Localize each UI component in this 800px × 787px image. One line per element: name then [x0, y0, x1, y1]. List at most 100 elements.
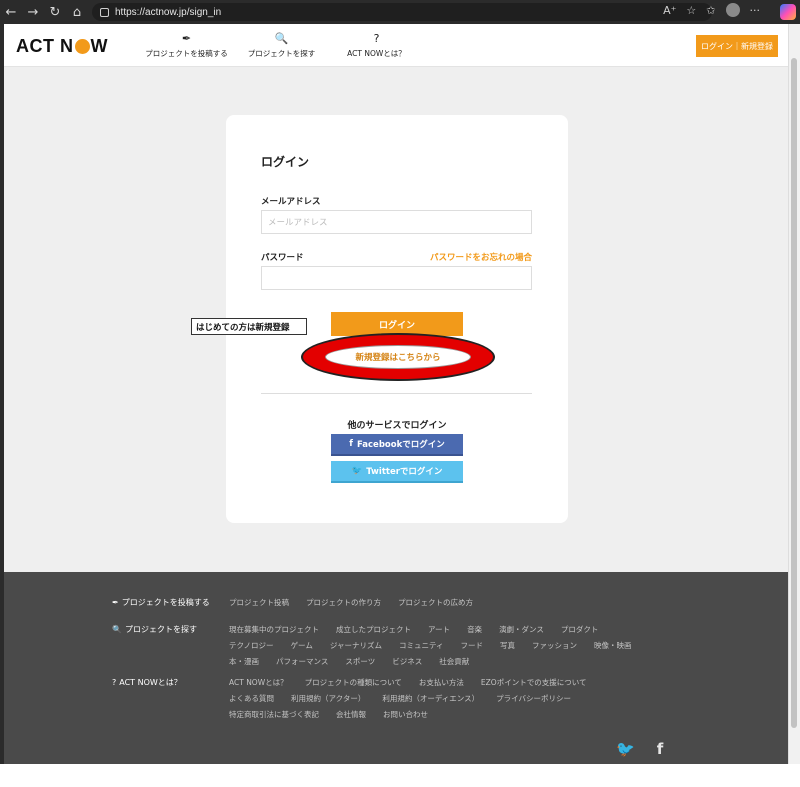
login-register-button[interactable]: ログイン｜新規登録 — [696, 35, 778, 57]
lock-icon — [100, 7, 109, 17]
footer-link[interactable]: 特定商取引法に基づく表記 — [229, 709, 319, 720]
reload-icon[interactable]: ↻ — [44, 0, 66, 24]
facebook-login-button[interactable]: f Facebookでログイン — [331, 434, 463, 456]
forgot-password-link[interactable]: パスワードをお忘れの場合 — [430, 251, 532, 263]
facebook-icon: f — [349, 439, 353, 449]
scrollbar-thumb[interactable] — [791, 58, 797, 728]
footer-link[interactable]: プライバシーポリシー — [496, 693, 571, 704]
footer-link[interactable]: パフォーマンス — [276, 656, 328, 667]
footer-link[interactable]: 利用規約（オーディエンス） — [382, 693, 479, 704]
divider — [261, 393, 532, 394]
footer-link[interactable]: プロジェクト投稿 — [229, 597, 289, 608]
password-field[interactable] — [261, 266, 532, 290]
home-icon[interactable]: ⌂ — [66, 0, 88, 24]
question-icon: ? — [373, 32, 380, 45]
scrollbar[interactable] — [788, 24, 800, 764]
footer-link[interactable]: ファッション — [532, 640, 577, 651]
copilot-icon[interactable] — [780, 4, 796, 20]
browser-toolbar: ← → ↻ ⌂ https://actnow.jp/sign_in A⁺ ☆ ✩… — [0, 0, 800, 24]
footer-link[interactable]: 成立したプロジェクト — [336, 624, 411, 635]
more-icon[interactable]: ··· — [750, 4, 761, 17]
footer-heading[interactable]: ? ACT NOWとは？ — [112, 677, 229, 720]
footer-link[interactable]: プロジェクトの種類について — [305, 677, 402, 688]
register-highlight: 新規登録はこちらから — [301, 333, 495, 381]
twitter-icon[interactable]: 🐦 — [616, 740, 635, 758]
annotation-label: はじめての方は新規登録 — [191, 318, 307, 335]
favorites-icon[interactable]: ✩ — [706, 4, 715, 17]
footer-link[interactable]: 利用規約（アクター） — [291, 693, 365, 704]
url-text: https://actnow.jp/sign_in — [115, 6, 222, 18]
logo-o-icon — [74, 39, 90, 54]
footer-heading[interactable]: 🔍 プロジェクトを探す — [112, 624, 229, 667]
footer-link[interactable]: フード — [461, 640, 484, 651]
footer-heading-label: プロジェクトを投稿する — [121, 598, 210, 607]
twitter-login-button[interactable]: 🐦 Twitterでログイン — [331, 461, 463, 483]
footer-link[interactable]: コミュニティ — [399, 640, 444, 651]
footer-links: プロジェクト投稿 プロジェクトの作り方 プロジェクトの広め方 — [229, 597, 659, 608]
footer-link[interactable]: ジャーナリズム — [330, 640, 382, 651]
question-icon: ? — [112, 678, 117, 687]
footer-link[interactable]: 会社情報 — [336, 709, 366, 720]
favorite-icon[interactable]: ☆ — [686, 4, 696, 17]
email-label: メールアドレス — [261, 197, 321, 207]
footer-link[interactable]: よくある質問 — [229, 693, 274, 704]
address-bar[interactable]: https://actnow.jp/sign_in — [92, 3, 712, 21]
footer-link[interactable]: お問い合わせ — [383, 709, 428, 720]
nav-label: プロジェクトを投稿する — [145, 49, 228, 58]
footer-link[interactable]: プロジェクトの広め方 — [398, 597, 473, 608]
search-icon: 🔍 — [112, 625, 122, 634]
footer-link[interactable]: EZOポイントでの支援について — [481, 677, 587, 688]
pen-icon: ✒ — [181, 32, 192, 45]
footer-link[interactable]: 現在募集中のプロジェクト — [229, 624, 319, 635]
search-icon: 🔍 — [274, 32, 289, 45]
footer-about-section: ? ACT NOWとは？ ACT NOWとは？ プロジェクトの種類について お支払い方… — [112, 677, 659, 720]
facebook-icon[interactable]: f — [657, 740, 664, 758]
footer-link[interactable]: 音楽 — [467, 624, 482, 635]
forward-icon[interactable]: → — [22, 0, 44, 24]
footer-links: 現在募集中のプロジェクト 成立したプロジェクト アート 音楽 演劇・ダンス プロダクトテク… — [229, 624, 659, 667]
footer-link[interactable]: アート — [428, 624, 450, 635]
footer-links: ACT NOWとは？ プロジェクトの種類について お支払い方法 EZOポイントでの支援… — [229, 677, 659, 720]
browser-actions: A⁺ ☆ ✩ ··· — [663, 3, 760, 17]
footer-link[interactable]: お支払い方法 — [419, 677, 464, 688]
footer-heading[interactable]: ✒ プロジェクトを投稿する — [112, 597, 229, 608]
other-services-label: 他のサービスでログイン — [347, 421, 447, 431]
footer-link[interactable]: テクノロジー — [229, 640, 274, 651]
window-bottom — [0, 764, 800, 787]
register-button[interactable]: 新規登録はこちらから — [331, 346, 465, 368]
actnow-logo[interactable]: ACT N W — [16, 36, 108, 57]
facebook-login-label: Facebookでログイン — [356, 440, 445, 450]
footer-link[interactable]: 社会貢献 — [439, 656, 469, 667]
site-footer: ✒ プロジェクトを投稿する プロジェクト投稿 プロジェクトの作り方 プロジェクトの広め… — [4, 572, 788, 764]
nav-post-project[interactable]: ✒ プロジェクトを投稿する — [139, 32, 234, 59]
footer-link[interactable]: 写真 — [500, 640, 515, 651]
footer-link[interactable]: プロジェクトの作り方 — [306, 597, 381, 608]
footer-link[interactable]: 本・漫画 — [229, 656, 259, 667]
twitter-login-label: Twitterでログイン — [366, 467, 443, 477]
profile-avatar[interactable] — [725, 3, 740, 17]
page-title: ログイン — [261, 155, 310, 169]
footer-link[interactable]: スポーツ — [345, 656, 375, 667]
footer-link[interactable]: 演劇・ダンス — [499, 624, 544, 635]
browser-window: ← → ↻ ⌂ https://actnow.jp/sign_in A⁺ ☆ ✩… — [0, 0, 800, 787]
footer-social: 🐦 f — [616, 740, 663, 758]
nav-about[interactable]: ? ACT NOWとは？ — [329, 32, 424, 59]
footer-heading-label: ACT NOWとは？ — [119, 678, 182, 687]
footer-link[interactable]: ビジネス — [392, 656, 422, 667]
logo-text-right: W — [90, 36, 108, 56]
nav-label: プロジェクトを探す — [247, 49, 316, 58]
main-area: ログイン メールアドレス メールアドレス パスワード パスワードをお忘れの場合 … — [4, 67, 788, 572]
main-nav: ✒ プロジェクトを投稿する 🔍 プロジェクトを探す ? ACT NOWとは？ — [139, 32, 424, 59]
footer-link[interactable]: 映像・映画 — [594, 640, 632, 651]
footer-link[interactable]: ACT NOWとは？ — [229, 677, 288, 688]
pen-icon: ✒ — [112, 598, 119, 607]
email-placeholder: メールアドレス — [268, 218, 328, 228]
logo-text-left: ACT N — [16, 36, 74, 56]
email-field[interactable]: メールアドレス — [261, 210, 532, 234]
footer-link[interactable]: プロダクト — [561, 624, 599, 635]
footer-heading-label: プロジェクトを探す — [124, 625, 197, 634]
footer-link[interactable]: ゲーム — [291, 640, 313, 651]
read-aloud-icon[interactable]: A⁺ — [663, 4, 676, 17]
nav-search-project[interactable]: 🔍 プロジェクトを探す — [234, 32, 329, 59]
back-icon[interactable]: ← — [0, 0, 22, 24]
